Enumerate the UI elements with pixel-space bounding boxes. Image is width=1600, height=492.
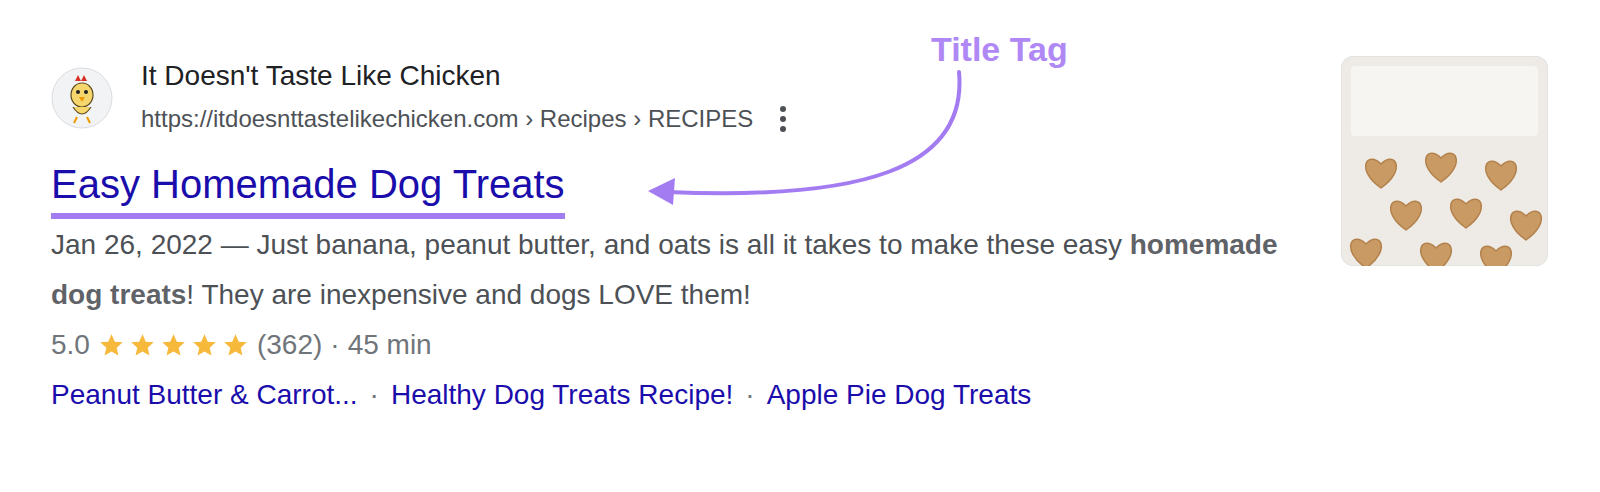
snippet-date: Jan 26, 2022 — — [51, 229, 256, 260]
chicken-logo-icon — [51, 67, 113, 129]
star-icon — [191, 332, 218, 359]
star-icon — [160, 332, 187, 359]
result-title[interactable]: Easy Homemade Dog Treats — [51, 160, 565, 219]
sitelink-separator: · — [745, 370, 754, 420]
more-options-icon[interactable] — [777, 104, 789, 134]
search-result-page: It Doesn't Taste Like Chicken https://itd… — [0, 0, 1600, 492]
sitelink[interactable]: Peanut Butter & Carrot... — [51, 370, 358, 420]
annotation-arrow-icon — [0, 0, 1600, 492]
sitelink[interactable]: Apple Pie Dog Treats — [767, 370, 1032, 420]
sitelink[interactable]: Healthy Dog Treats Recipe! — [391, 370, 733, 420]
site-name[interactable]: It Doesn't Taste Like Chicken — [141, 58, 789, 94]
rating-stars — [98, 332, 249, 359]
search-result: It Doesn't Taste Like Chicken https://itd… — [51, 58, 1301, 492]
rating-separator: · — [330, 320, 339, 370]
annotation-label: Title Tag — [931, 29, 1068, 69]
star-icon — [98, 332, 125, 359]
breadcrumb-url[interactable]: https://itdoesnttastelikechicken.com › R… — [141, 101, 753, 137]
star-icon — [129, 332, 156, 359]
cook-time: 45 min — [348, 320, 432, 370]
url-row: https://itdoesnttastelikechicken.com › R… — [141, 101, 789, 137]
rating-count: (362) — [257, 320, 322, 370]
snippet-text: ! They are inexpensive and dogs LOVE the… — [186, 279, 750, 310]
sitelink-separator: · — [370, 370, 379, 420]
rating-row: 5.0 (362)·45 min — [51, 320, 1301, 370]
sitelinks: Peanut Butter & Carrot...·Healthy Dog Tr… — [51, 370, 1301, 420]
star-icon — [222, 332, 249, 359]
site-info: It Doesn't Taste Like Chicken https://itd… — [141, 58, 789, 137]
result-thumbnail[interactable] — [1341, 56, 1548, 266]
snippet-text: Just banana, peanut butter, and oats is … — [256, 229, 1129, 260]
result-snippet: Jan 26, 2022 — Just banana, peanut butte… — [51, 220, 1301, 320]
rating-score: 5.0 — [51, 320, 90, 370]
result-header: It Doesn't Taste Like Chicken https://itd… — [51, 58, 1301, 137]
